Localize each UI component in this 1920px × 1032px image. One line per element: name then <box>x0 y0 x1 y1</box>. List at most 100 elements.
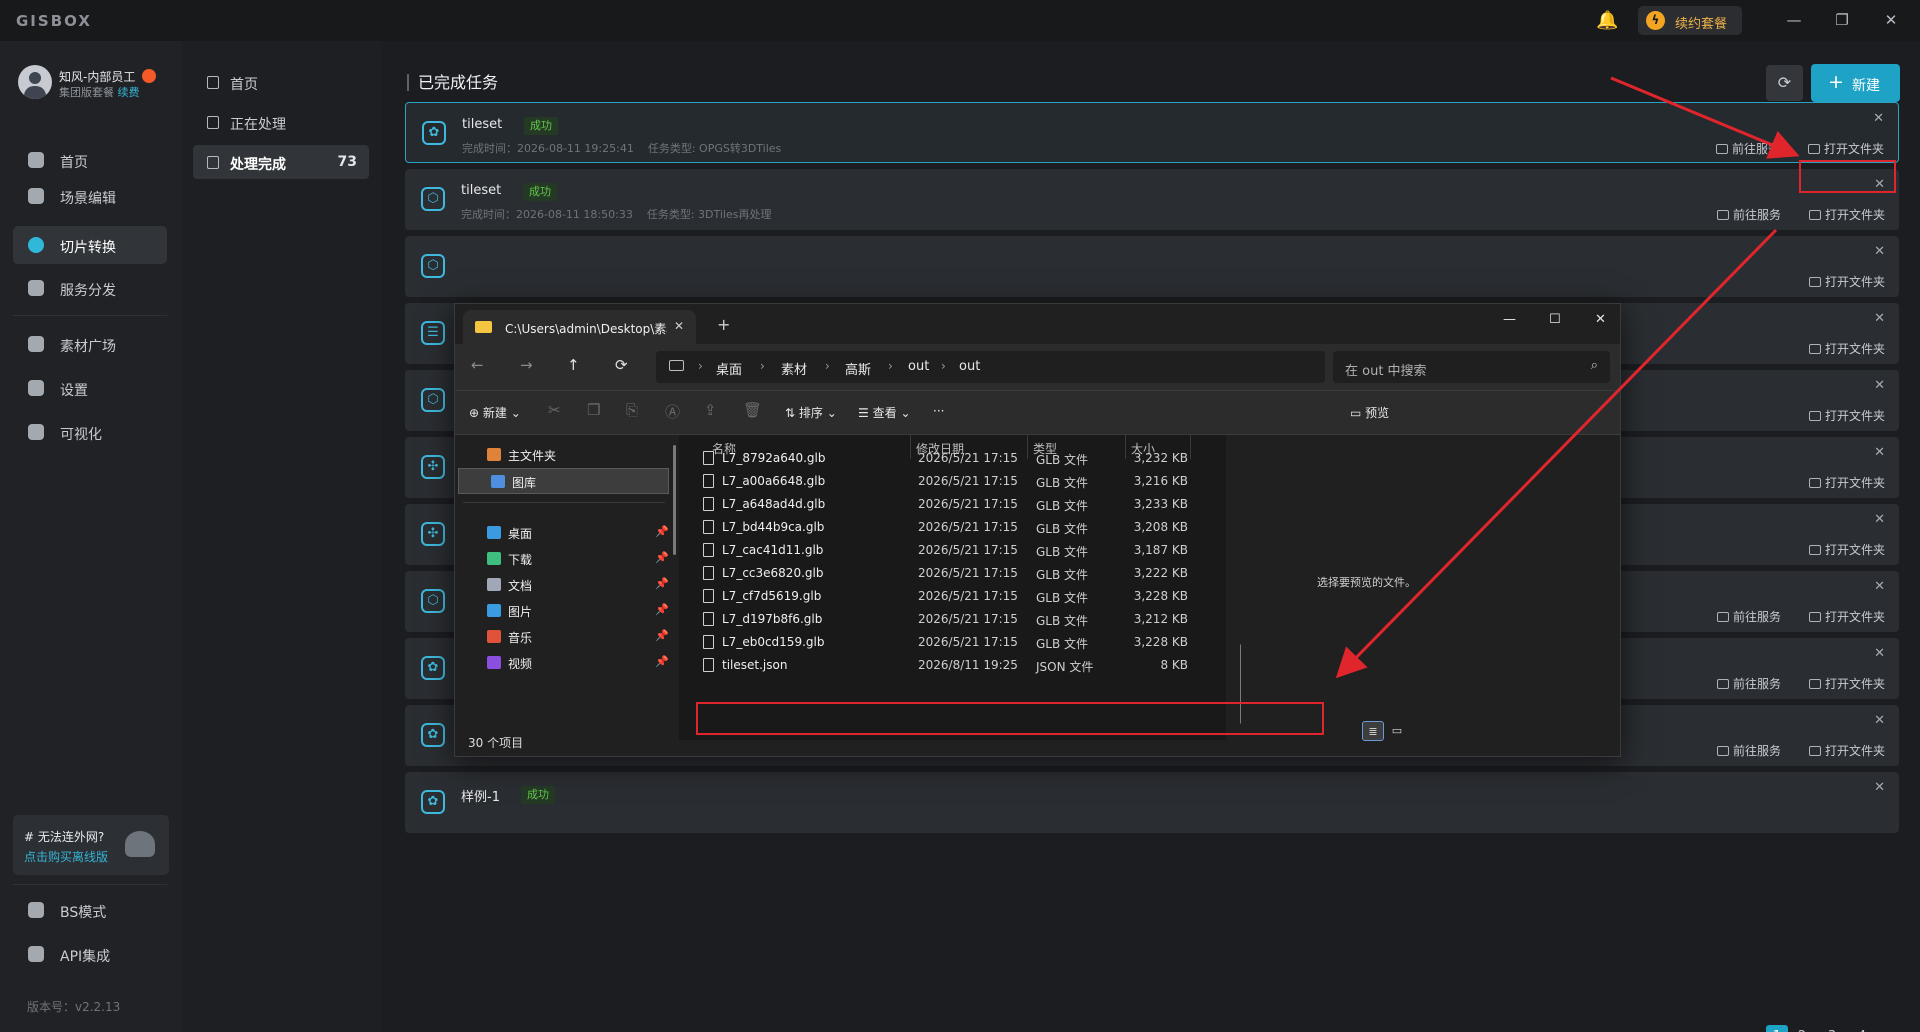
go-service-button[interactable]: 前往服务 <box>1716 675 1781 692</box>
nav-pane-item[interactable]: 图库 <box>458 468 669 494</box>
breadcrumb[interactable]: › 桌面 › 素材 › 高斯 › out › out <box>656 351 1325 383</box>
refresh-icon[interactable]: ⟳ <box>615 356 628 374</box>
preview-button[interactable]: ▭ 预览 <box>1350 404 1389 421</box>
go-service-button[interactable]: 前往服务 <box>1716 608 1781 625</box>
promo-link[interactable]: 点击购买离线版 <box>24 848 108 865</box>
open-folder-button[interactable]: 打开文件夹 <box>1808 742 1885 759</box>
close-icon[interactable]: ✕ <box>1874 445 1885 460</box>
page-4[interactable]: 4 <box>1851 1025 1873 1032</box>
close-icon[interactable]: ✕ <box>1874 311 1885 326</box>
close-icon[interactable]: ✕ <box>1874 378 1885 393</box>
file-row[interactable]: L7_cf7d5619.glb 2026/5/21 17:15 GLB 文件 3,22… <box>679 585 1226 608</box>
close-icon[interactable]: ✕ <box>1595 312 1606 327</box>
subnav-item-processing[interactable]: 正在处理 <box>193 105 369 139</box>
close-tab-icon[interactable]: ✕ <box>674 319 684 333</box>
file-row[interactable]: L7_a00a6648.glb 2026/5/21 17:15 GLB 文件 3,21… <box>679 470 1226 493</box>
close-icon[interactable]: ✕ <box>1873 111 1884 126</box>
breadcrumb-item[interactable]: 高斯 <box>845 359 871 378</box>
task-card[interactable]: ⬡ tileset 成功 完成时间：2026-08-11 18:50:33 任务类型: … <box>405 169 1899 230</box>
breadcrumb-item[interactable]: out <box>908 359 929 374</box>
page-1[interactable]: 1 <box>1766 1025 1788 1032</box>
new-task-button[interactable]: + 新建 <box>1811 64 1900 102</box>
cut-icon[interactable]: ✂ <box>548 401 561 419</box>
open-folder-button[interactable]: 打开文件夹 <box>1808 541 1885 558</box>
sort-button[interactable]: ⇅ 排序 ⌄ <box>785 404 837 421</box>
minimize-icon[interactable]: — <box>1503 312 1516 327</box>
forward-icon[interactable]: → <box>520 356 533 374</box>
go-service-button[interactable]: 前往服务 <box>1716 742 1781 759</box>
breadcrumb-item[interactable]: 素材 <box>781 359 807 378</box>
nav-pane-item[interactable]: 桌面 📌 <box>455 520 671 546</box>
file-row[interactable]: L7_d197b8f6.glb 2026/5/21 17:15 GLB 文件 3,21… <box>679 608 1226 631</box>
sidebar-item-bs-mode[interactable]: BS模式 <box>13 891 167 929</box>
restore-icon[interactable]: ❐ <box>1830 8 1854 32</box>
close-icon[interactable]: ✕ <box>1874 512 1885 527</box>
sidebar-item-assets[interactable]: 素材广场 <box>13 325 167 363</box>
nav-pane-item[interactable]: 视频 📌 <box>455 650 671 676</box>
nav-pane-scrollbar[interactable] <box>673 445 676 555</box>
file-row[interactable]: L7_a648ad4d.glb 2026/5/21 17:15 GLB 文件 3,23… <box>679 493 1226 516</box>
file-row[interactable]: L7_cac41d11.glb 2026/5/21 17:15 GLB 文件 3,18… <box>679 539 1226 562</box>
pin-icon[interactable]: 📌 <box>655 551 669 564</box>
breadcrumb-item[interactable]: out <box>959 359 980 374</box>
file-row[interactable]: L7_cc3e6820.glb 2026/5/21 17:15 GLB 文件 3,22… <box>679 562 1226 585</box>
sidebar-item-tile-convert[interactable]: 切片转换 <box>13 226 167 264</box>
close-icon[interactable]: ✕ <box>1874 646 1885 661</box>
open-folder-button[interactable]: 打开文件夹 <box>1808 340 1885 357</box>
new-tab-icon[interactable]: + <box>717 315 730 334</box>
task-card[interactable]: ⬡ ✕ 打开文件夹 <box>405 236 1899 297</box>
bell-icon[interactable]: 🔔 <box>1596 10 1618 31</box>
sidebar-item-scene-edit[interactable]: 场景编辑 <box>13 177 167 215</box>
subnav-item-completed[interactable]: 处理完成 73 <box>193 145 369 179</box>
search-input[interactable]: 在 out 中搜索 ⌕ <box>1333 351 1610 383</box>
paste-icon[interactable]: ⎘ <box>626 401 638 419</box>
nav-pane-item[interactable]: 图片 📌 <box>455 598 671 624</box>
back-icon[interactable]: ← <box>471 356 484 374</box>
refresh-button[interactable]: ⟳ <box>1766 65 1803 101</box>
pin-icon[interactable]: 📌 <box>655 655 669 668</box>
nav-pane-item[interactable]: 音乐 📌 <box>455 624 671 650</box>
explorer-tab[interactable]: C:\Users\admin\Desktop\素材 ✕ <box>463 310 696 344</box>
open-folder-button[interactable]: 打开文件夹 <box>1808 675 1885 692</box>
open-folder-button[interactable]: 打开文件夹 <box>1808 608 1885 625</box>
open-folder-button[interactable]: 打开文件夹 <box>1808 206 1885 223</box>
up-icon[interactable]: ↑ <box>567 356 580 374</box>
task-card[interactable]: ✿ tileset 成功 完成时间：2026-08-11 19:25:41 任务类型: … <box>405 102 1899 163</box>
sidebar-item-visualize[interactable]: 可视化 <box>13 413 167 451</box>
page-3[interactable]: 3 <box>1821 1025 1843 1032</box>
next-page-icon[interactable]: › <box>1881 1025 1897 1032</box>
open-folder-button[interactable]: 打开文件夹 <box>1808 474 1885 491</box>
renew-plan-button[interactable]: ϟ 续约套餐 <box>1638 6 1742 35</box>
nav-pane-item[interactable]: 主文件夹 <box>455 442 671 468</box>
sidebar-item-api[interactable]: API集成 <box>13 935 167 973</box>
open-folder-button[interactable]: 打开文件夹 <box>1808 273 1885 290</box>
close-icon[interactable]: ✕ <box>1874 713 1885 728</box>
file-row[interactable]: tileset.json 2026/8/11 19:25 JSON 文件 8 KB <box>679 654 1226 677</box>
nav-pane-item[interactable]: 下载 📌 <box>455 546 671 572</box>
subnav-item-home[interactable]: 首页 <box>193 65 369 99</box>
go-service-button[interactable]: 前往服务 <box>1715 140 1780 157</box>
copy-icon[interactable]: ❐ <box>587 401 600 419</box>
tiles-view-icon[interactable]: ▭ <box>1386 721 1408 741</box>
close-icon[interactable]: ✕ <box>1874 579 1885 594</box>
avatar[interactable] <box>18 65 52 99</box>
new-item-button[interactable]: ⊕ 新建 ⌄ <box>469 404 521 421</box>
more-options-icon[interactable]: ··· <box>933 404 944 418</box>
maximize-icon[interactable]: ☐ <box>1549 312 1561 327</box>
share-icon[interactable]: ⇪ <box>704 401 717 419</box>
close-icon[interactable]: ✕ <box>1874 780 1885 795</box>
file-row[interactable]: L7_8792a640.glb 2026/5/21 17:15 GLB 文件 3,23… <box>679 447 1226 470</box>
pin-icon[interactable]: 📌 <box>655 603 669 616</box>
rename-icon[interactable]: Ⓐ <box>665 401 680 422</box>
nav-pane-item[interactable]: 文档 📌 <box>455 572 671 598</box>
open-folder-button[interactable]: 打开文件夹 <box>1808 407 1885 424</box>
renew-link[interactable]: 续费 <box>118 86 140 99</box>
go-service-button[interactable]: 前往服务 <box>1716 206 1781 223</box>
prev-page-icon[interactable]: ‹ <box>1742 1025 1758 1032</box>
breadcrumb-item[interactable]: 桌面 <box>716 359 742 378</box>
task-card[interactable]: ✿ 样例-1 成功 ✕ <box>405 772 1899 833</box>
view-button[interactable]: ☰ 查看 ⌄ <box>858 404 911 421</box>
close-icon[interactable]: ✕ <box>1879 8 1903 32</box>
open-folder-button[interactable]: 打开文件夹 <box>1807 140 1884 157</box>
pin-icon[interactable]: 📌 <box>655 525 669 538</box>
